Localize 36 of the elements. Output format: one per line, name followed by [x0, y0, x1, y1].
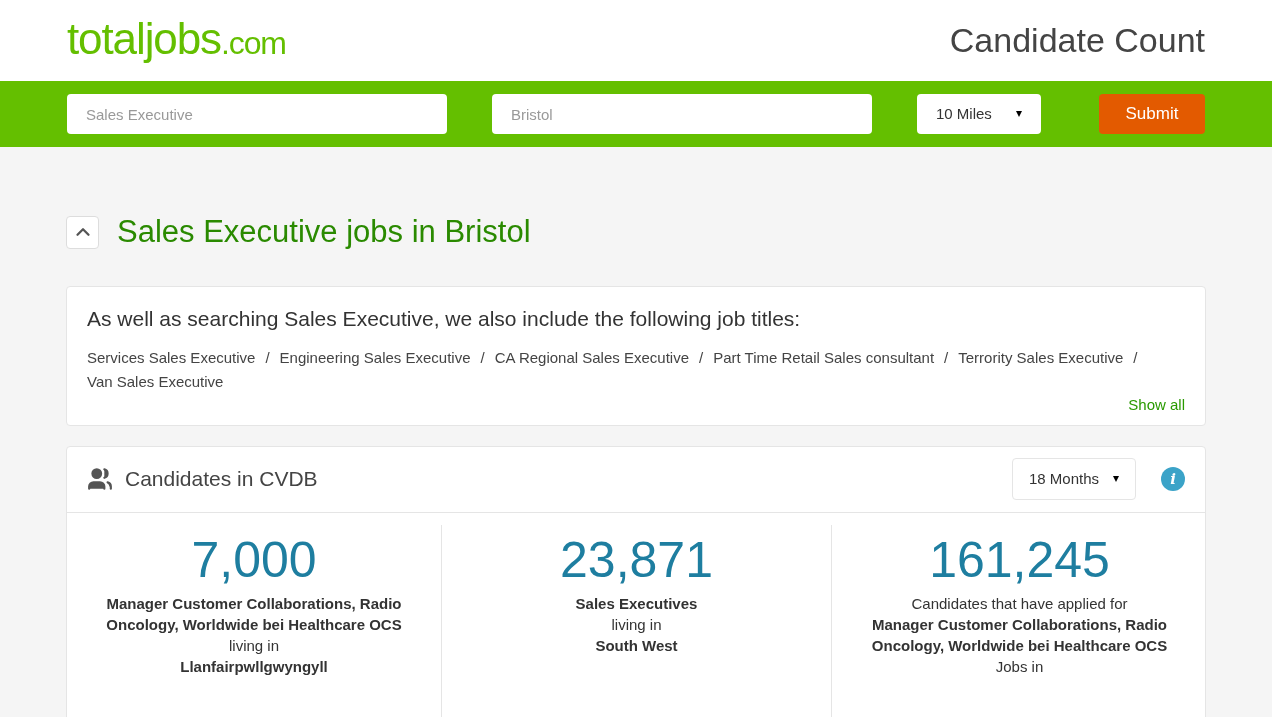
- separator-slash: /: [1133, 348, 1138, 368]
- period-dropdown[interactable]: 18 Months: [1012, 458, 1136, 500]
- stat-description: Manager Customer Collaborations, Radio Oncology, Worldwide bei Healthcare OCS: [870, 614, 1169, 656]
- separator-slash: /: [265, 348, 270, 368]
- stat-description: Sales Executives: [575, 593, 698, 614]
- stat-description: Llanfairpwllgwyngyll: [180, 656, 328, 677]
- related-job-title[interactable]: Van Sales Executive: [87, 370, 224, 394]
- submit-button[interactable]: Submit: [1099, 94, 1205, 134]
- separator-slash: /: [699, 348, 704, 368]
- stat-number: 161,245: [929, 532, 1110, 587]
- cvdb-title: Candidates in CVDB: [125, 466, 318, 493]
- related-job-title[interactable]: Part Time Retail Sales consultant: [713, 346, 935, 370]
- caret-icon: [1016, 111, 1022, 117]
- location-field[interactable]: Bristol: [492, 94, 872, 134]
- show-all-link[interactable]: Show all: [1128, 394, 1185, 417]
- results-heading: Sales Executive jobs in Bristol: [117, 213, 531, 251]
- stat-number: 7,000: [191, 532, 317, 587]
- caret-icon: [1113, 476, 1119, 482]
- related-intro: As well as searching Sales Executive, we also include the following job titles:: [87, 305, 802, 332]
- related-job-title[interactable]: CA Regional Sales Executive: [494, 346, 689, 370]
- related-job-title[interactable]: Services Sales Executive: [87, 346, 256, 370]
- collapse-toggle[interactable]: [66, 215, 99, 249]
- radius-dropdown[interactable]: 10 Miles: [917, 94, 1041, 134]
- separator-slash: /: [480, 348, 485, 368]
- separator-slash: /: [944, 348, 949, 368]
- stat-description: living in: [611, 614, 662, 635]
- stat-description: Jobs in: [995, 656, 1044, 677]
- stat-number: 23,871: [560, 532, 713, 587]
- stat-description: South West: [595, 635, 678, 656]
- page-title: Candidate Count: [949, 20, 1205, 61]
- job-title-field[interactable]: Sales Executive: [67, 94, 447, 134]
- related-job-title[interactable]: Engineering Sales Executive: [279, 346, 471, 370]
- related-job-title[interactable]: Terrority Sales Executive: [958, 346, 1124, 370]
- stat-description: living in: [229, 635, 279, 656]
- people-icon: [87, 466, 113, 492]
- stat-description: Candidates that have applied for: [911, 593, 1128, 614]
